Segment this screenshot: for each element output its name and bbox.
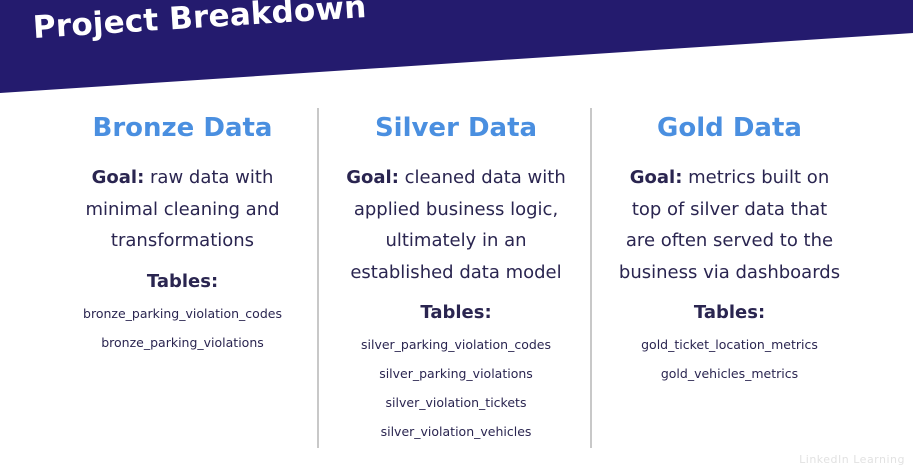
table-name: silver_violation_tickets bbox=[385, 395, 527, 410]
slide: Project Breakdown Bronze Data Goal: raw … bbox=[0, 0, 913, 470]
silver-goal: Goal: cleaned data with applied business… bbox=[336, 162, 576, 288]
gold-tables-list: gold_ticket_location_metrics gold_vehicl… bbox=[592, 330, 867, 388]
tables-label: Tables: bbox=[693, 302, 766, 323]
table-name: gold_ticket_location_metrics bbox=[641, 337, 818, 352]
tables-label: Tables: bbox=[146, 270, 219, 292]
bronze-goal: Goal: raw data with minimal cleaning and… bbox=[68, 162, 298, 257]
columns-container: Bronze Data Goal: raw data with minimal … bbox=[45, 108, 875, 450]
goal-label: Goal: bbox=[629, 167, 683, 188]
goal-label: Goal: bbox=[91, 167, 145, 188]
table-name: gold_vehicles_metrics bbox=[660, 366, 799, 381]
bronze-column: Bronze Data Goal: raw data with minimal … bbox=[45, 108, 320, 357]
silver-tables-list: silver_parking_violation_codes silver_pa… bbox=[320, 330, 592, 446]
table-name: silver_parking_violation_codes bbox=[361, 337, 551, 352]
table-name: bronze_parking_violations bbox=[101, 334, 264, 350]
goal-label: Goal: bbox=[346, 167, 399, 188]
silver-title: Silver Data bbox=[374, 113, 538, 143]
bronze-tables-list: bronze_parking_violation_codes bronze_pa… bbox=[45, 299, 320, 357]
gold-goal: Goal: metrics built on top of silver dat… bbox=[615, 162, 845, 288]
table-name: bronze_parking_violation_codes bbox=[83, 305, 282, 321]
bronze-title: Bronze Data bbox=[92, 113, 273, 143]
table-name: silver_violation_vehicles bbox=[380, 424, 532, 439]
silver-column: Silver Data Goal: cleaned data with appl… bbox=[320, 108, 592, 446]
tables-label: Tables: bbox=[420, 302, 492, 323]
watermark: LinkedIn Learning bbox=[799, 453, 905, 466]
table-name: silver_parking_violations bbox=[379, 366, 533, 381]
gold-column: Gold Data Goal: metrics built on top of … bbox=[592, 108, 867, 388]
gold-title: Gold Data bbox=[657, 113, 802, 143]
